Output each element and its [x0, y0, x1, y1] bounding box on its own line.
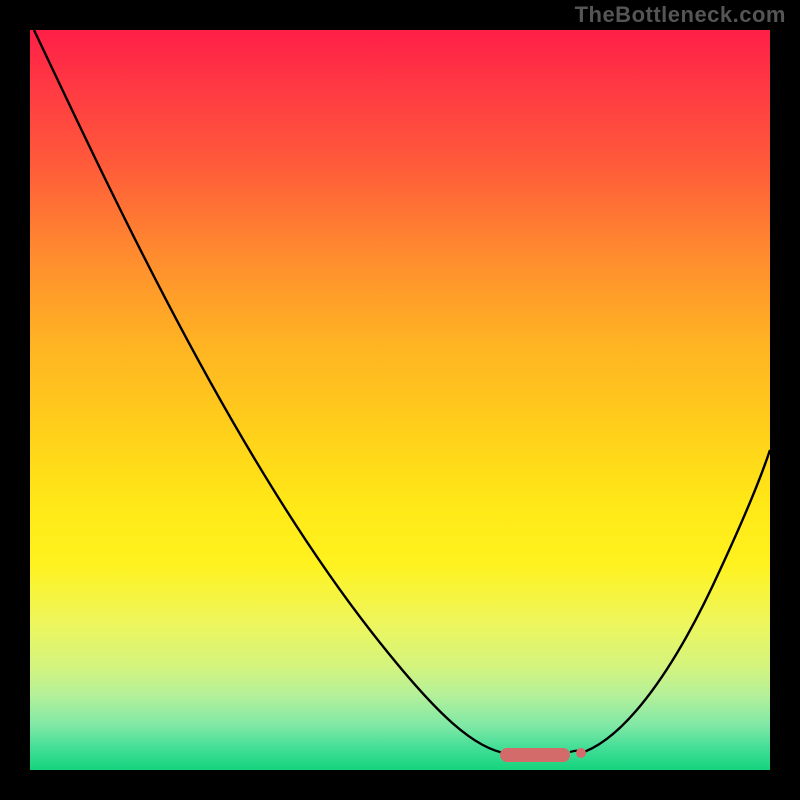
- optimal-range-marker: [500, 748, 570, 762]
- chart-frame: TheBottleneck.com: [0, 0, 800, 800]
- optimal-range-end-dot: [576, 748, 586, 758]
- watermark-text: TheBottleneck.com: [575, 2, 786, 28]
- bottleneck-curve: [30, 30, 770, 770]
